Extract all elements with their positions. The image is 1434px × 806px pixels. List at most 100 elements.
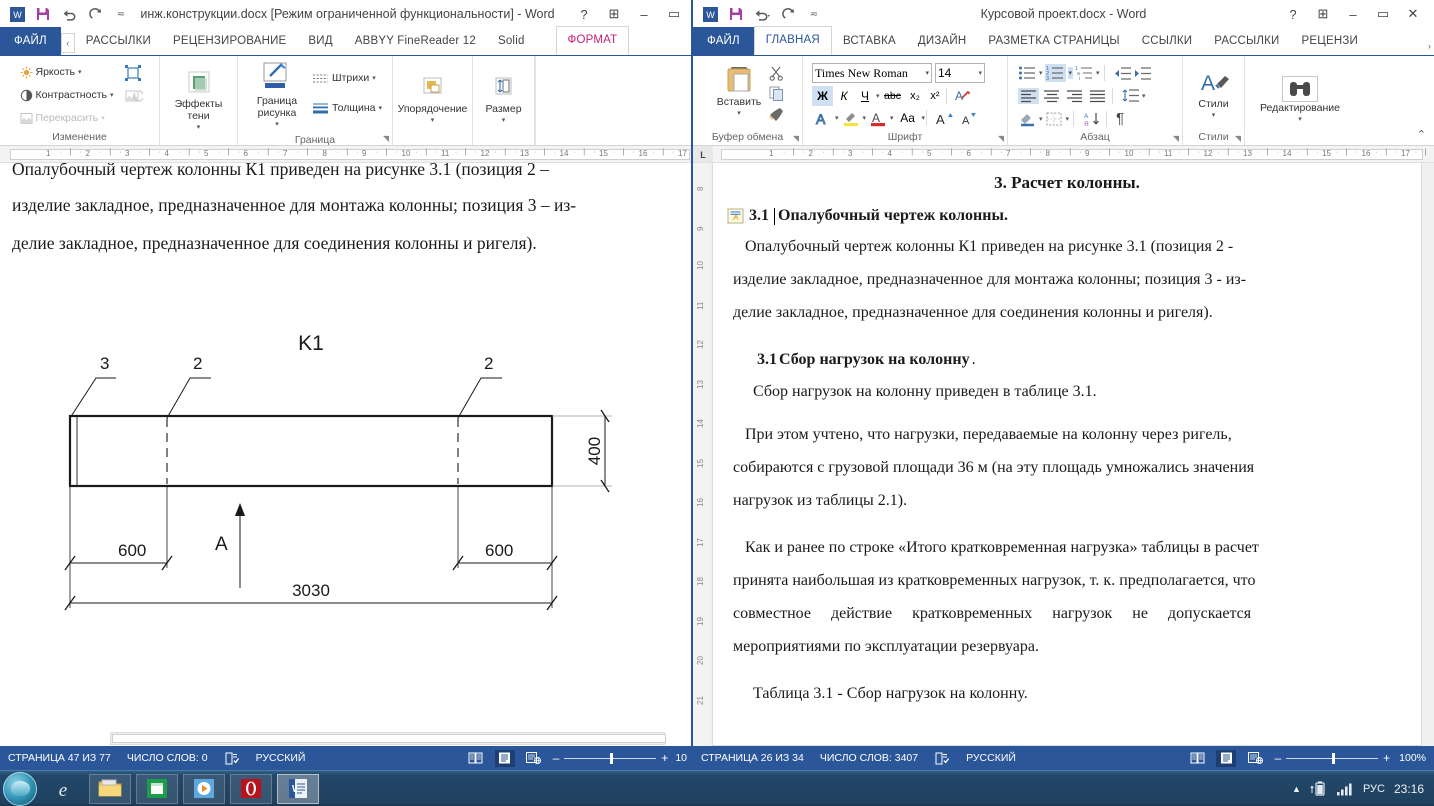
tab-file-right[interactable]: ФАЙЛ bbox=[693, 27, 754, 55]
tab-references-right[interactable]: ССЫЛКИ bbox=[1131, 28, 1204, 55]
taskbar[interactable]: e W ▲ РУС 23:16 bbox=[0, 770, 1434, 806]
right-status-page[interactable]: СТРАНИЦА 26 ИЗ 34 bbox=[701, 752, 804, 764]
tab-scroll-left-icon[interactable]: ‹ bbox=[60, 33, 75, 53]
left-window-buttons[interactable]: ? ⊞ – ▭ bbox=[569, 1, 695, 27]
size-button[interactable]: Размер ▾ bbox=[473, 73, 535, 129]
brightness-button[interactable]: Яркость ▾ bbox=[17, 61, 117, 83]
left-ribbon[interactable]: Яркость ▾ Контрастность ▾ Перекрасить ▾ … bbox=[0, 56, 695, 146]
read-mode-icon[interactable] bbox=[466, 750, 486, 767]
zoom-track[interactable] bbox=[1286, 752, 1379, 764]
save-icon[interactable] bbox=[31, 3, 55, 25]
help-icon[interactable]: ? bbox=[569, 1, 599, 27]
font-color-icon[interactable]: A bbox=[867, 110, 889, 127]
chevron-down-icon[interactable]: ▾ bbox=[197, 122, 201, 134]
arrange-button[interactable]: Упорядочение ▾ bbox=[397, 73, 469, 129]
chevron-down-icon[interactable]: ▾ bbox=[1039, 115, 1043, 123]
strikethrough-button[interactable]: abc bbox=[881, 86, 905, 106]
styles-dialog-launcher-icon[interactable]: ◥ bbox=[1235, 134, 1241, 143]
font-dialog-launcher-icon[interactable]: ◥ bbox=[998, 134, 1004, 143]
start-orb-icon[interactable] bbox=[3, 771, 37, 806]
chevron-down-icon[interactable]: ▾ bbox=[431, 115, 435, 127]
chevron-down-icon[interactable]: ▾ bbox=[876, 92, 880, 100]
right-document-area[interactable]: 8 9 10 11 12 13 14 15 16 17 18 19 20 21 3. Расчет кол… bbox=[693, 163, 1434, 746]
zoom-in-button[interactable]: + bbox=[661, 751, 668, 765]
chevron-down-icon[interactable]: ▾ bbox=[922, 114, 926, 122]
tab-format-left[interactable]: ФОРМАТ bbox=[555, 26, 630, 55]
contrast-button[interactable]: Контрастность ▾ bbox=[17, 84, 117, 106]
read-mode-icon[interactable] bbox=[1187, 750, 1207, 767]
bullets-icon[interactable] bbox=[1018, 65, 1037, 81]
left-horizontal-ruler[interactable]: 1 · | · 2 · | · 3 · | · 4 · | · 5 · | · 6 · | · 7 · | · 8 · | · 9 · | · 10 · |… bbox=[0, 146, 695, 163]
copy-icon[interactable] bbox=[768, 85, 785, 101]
ribbon-display-options-icon[interactable]: ⊞ bbox=[1308, 1, 1338, 27]
tab-insert-right[interactable]: ВСТАВКА bbox=[832, 28, 907, 55]
redo-icon[interactable] bbox=[83, 3, 107, 25]
web-layout-icon[interactable] bbox=[524, 750, 544, 767]
redo-icon[interactable] bbox=[776, 3, 800, 25]
align-justify-icon[interactable] bbox=[1087, 88, 1108, 104]
tab-selector-button[interactable]: L bbox=[693, 146, 713, 162]
clear-formatting-icon[interactable]: A bbox=[952, 88, 973, 104]
tab-view-left[interactable]: ВИД bbox=[297, 28, 343, 55]
left-document-page[interactable]: Опалубочный чертеж колонны К1 приведен н… bbox=[0, 163, 695, 746]
chevron-down-icon[interactable]: ▾ bbox=[737, 108, 741, 120]
tab-mailings-right[interactable]: РАССЫЛКИ bbox=[1203, 28, 1290, 55]
left-status-right[interactable]: – + 10 bbox=[466, 749, 687, 767]
picture-border-button[interactable]: Граница рисунка ▾ bbox=[245, 59, 309, 133]
scissors-icon[interactable] bbox=[768, 65, 785, 81]
tab-mailings-left[interactable]: РАССЫЛКИ bbox=[75, 28, 162, 55]
align-center-icon[interactable] bbox=[1041, 88, 1062, 104]
right-status-bar[interactable]: СТРАНИЦА 26 ИЗ 34 ЧИСЛО СЛОВ: 3407 РУССК… bbox=[693, 746, 1434, 770]
left-zoom-slider[interactable]: – + bbox=[553, 751, 669, 765]
taskbar-item-opera[interactable] bbox=[230, 773, 272, 804]
chevron-down-icon[interactable]: ▾ bbox=[275, 119, 279, 131]
chevron-down-icon[interactable]: ▾ bbox=[378, 104, 382, 112]
chevron-down-icon[interactable]: ▾ bbox=[1142, 92, 1146, 100]
left-ribbon-tabs[interactable]: ФАЙЛ ‹ РАССЫЛКИ РЕЦЕНЗИРОВАНИЕ ВИД ABBYY… bbox=[0, 26, 695, 56]
left-title-bar[interactable]: W ≂ инж.конструкции.docx [Режим ограниче… bbox=[0, 0, 695, 28]
tab-scroll-right-icon[interactable]: › bbox=[1428, 41, 1434, 55]
chevron-down-icon[interactable]: ▾ bbox=[101, 114, 105, 122]
increase-indent-icon[interactable] bbox=[1134, 66, 1152, 81]
word-window-left[interactable]: W ≂ инж.конструкции.docx [Режим ограниче… bbox=[0, 0, 695, 770]
collapse-ribbon-icon[interactable]: ⌃ bbox=[1417, 128, 1426, 141]
close-icon[interactable]: ✕ bbox=[1398, 1, 1428, 27]
customize-qat-icon[interactable]: ≂ bbox=[109, 3, 133, 25]
taskbar-item-store[interactable] bbox=[136, 773, 178, 804]
spellcheck-icon[interactable] bbox=[934, 752, 950, 765]
clipboard-dialog-launcher-icon[interactable]: ◥ bbox=[793, 134, 799, 143]
print-layout-icon[interactable] bbox=[1216, 749, 1237, 767]
chevron-down-icon[interactable]: ▾ bbox=[372, 74, 376, 82]
border-dialog-launcher-icon[interactable]: ◥ bbox=[383, 134, 389, 143]
superscript-button[interactable]: x² bbox=[926, 86, 945, 106]
editing-button[interactable]: Редактирование ▾ bbox=[1250, 74, 1350, 128]
tab-home-right[interactable]: ГЛАВНАЯ bbox=[753, 26, 832, 55]
minimize-icon[interactable]: – bbox=[629, 1, 659, 27]
ribbon-display-options-icon[interactable]: ⊞ bbox=[599, 1, 629, 27]
chevron-down-icon[interactable]: ▾ bbox=[1298, 114, 1302, 126]
zoom-out-button[interactable]: – bbox=[553, 751, 560, 765]
tab-review-right[interactable]: РЕЦЕНЗИ bbox=[1291, 28, 1369, 55]
decrease-indent-icon[interactable] bbox=[1114, 66, 1132, 81]
zoom-thumb[interactable] bbox=[610, 752, 614, 764]
right-title-bar[interactable]: W ≂ Курсовой проект.docx - Word ? ⊞ – ▭ … bbox=[693, 0, 1434, 28]
left-status-bar[interactable]: СТРАНИЦА 47 ИЗ 77 ЧИСЛО СЛОВ: 0 РУССКИЙ … bbox=[0, 746, 695, 770]
restore-icon[interactable]: ▭ bbox=[1368, 1, 1398, 27]
undo-icon[interactable] bbox=[57, 3, 81, 25]
font-name-combobox[interactable]: Times New Roman ▾ bbox=[812, 63, 932, 83]
weight-button[interactable]: Толщина ▾ bbox=[309, 97, 385, 119]
print-layout-icon[interactable] bbox=[494, 749, 515, 767]
zoom-in-button[interactable]: + bbox=[1383, 751, 1390, 765]
undo-icon[interactable] bbox=[750, 3, 774, 25]
zoom-out-button[interactable]: – bbox=[1274, 751, 1281, 765]
clock[interactable]: 23:16 bbox=[1394, 782, 1424, 796]
left-status-page[interactable]: СТРАНИЦА 47 ИЗ 77 bbox=[8, 752, 111, 764]
taskbar-item-internet-explorer[interactable]: e bbox=[42, 774, 84, 804]
show-formatting-marks-icon[interactable]: ¶ bbox=[1116, 110, 1124, 127]
paste-button[interactable]: Вставить ▾ bbox=[710, 62, 768, 122]
customize-qat-icon[interactable]: ≂ bbox=[802, 3, 826, 25]
chevron-down-icon[interactable]: ▾ bbox=[890, 114, 894, 122]
paragraph-dialog-launcher-icon[interactable]: ◥ bbox=[1173, 134, 1179, 143]
tab-abbyy-finereader-left[interactable]: ABBYY FineReader 12 bbox=[344, 28, 487, 55]
right-status-words[interactable]: ЧИСЛО СЛОВ: 3407 bbox=[820, 752, 918, 764]
